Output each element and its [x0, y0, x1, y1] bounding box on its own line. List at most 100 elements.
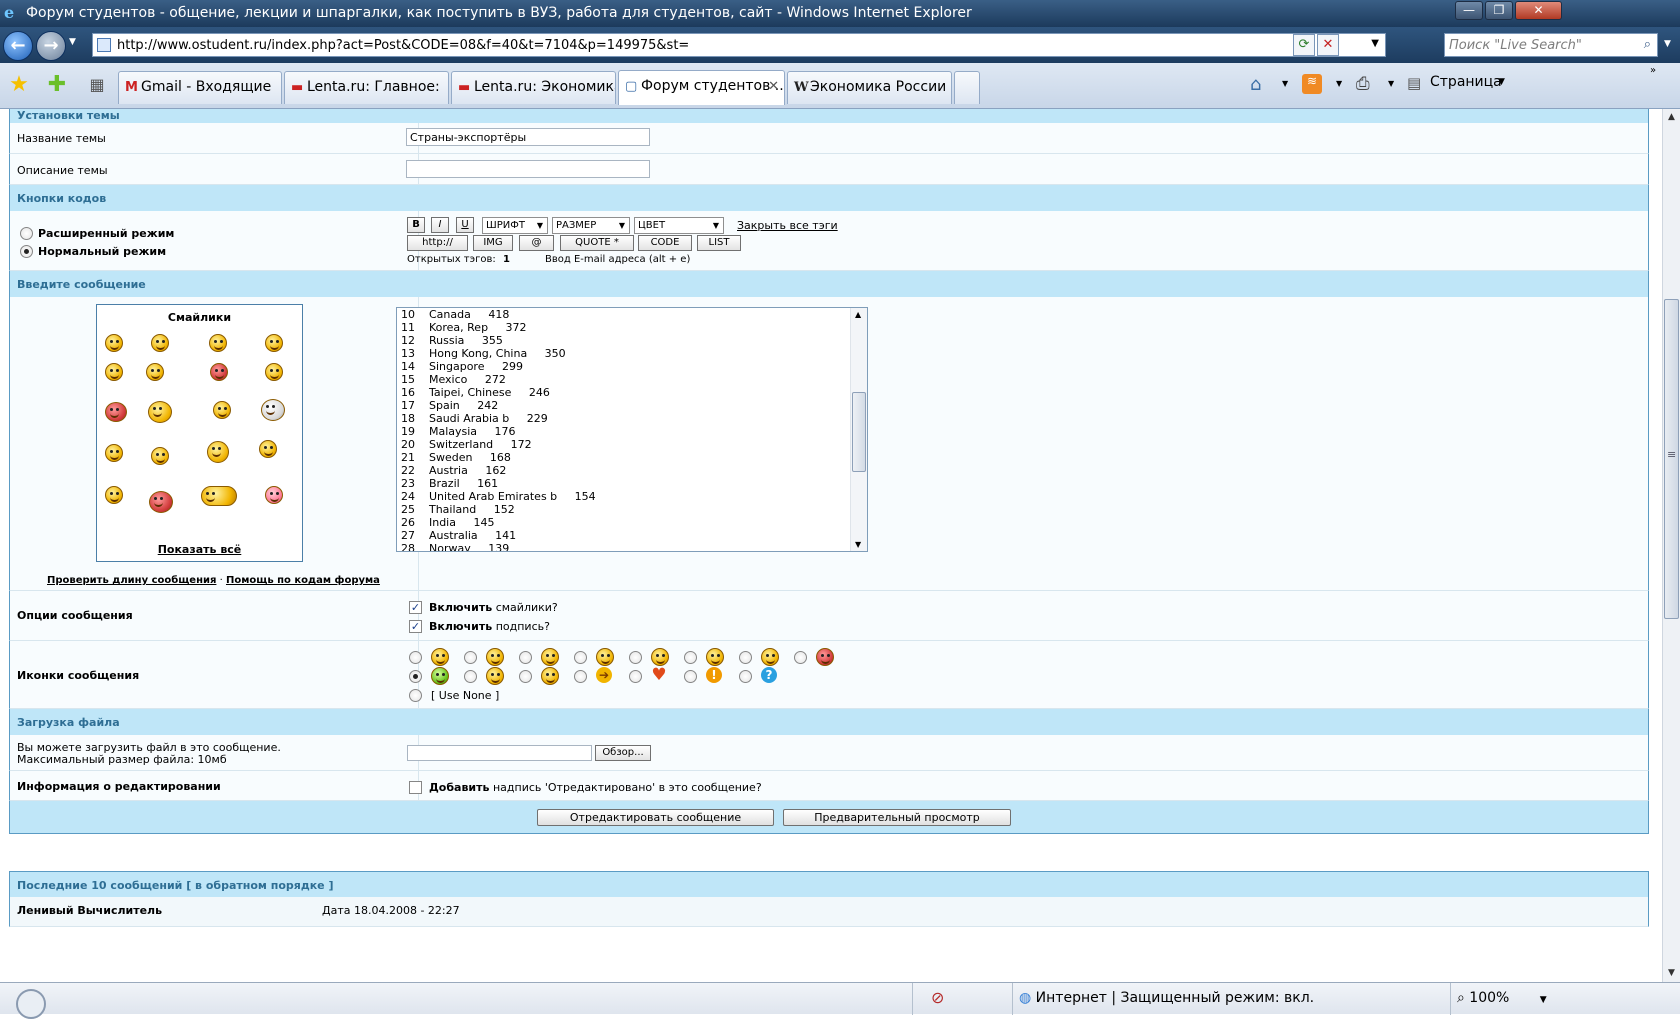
- new-tab-button[interactable]: [954, 71, 980, 104]
- post-icon-radio[interactable]: [739, 651, 752, 664]
- tab-lenta-economy[interactable]: ▬Lenta.ru: Экономика:...: [451, 71, 616, 104]
- smiley-happy-icon[interactable]: [209, 334, 227, 352]
- smiley-wink-icon[interactable]: [105, 363, 123, 381]
- print-icon[interactable]: ⎙: [1356, 74, 1370, 94]
- textarea-scroll-up-icon[interactable]: ▲: [855, 310, 861, 319]
- forum-codes-help-link[interactable]: Помощь по кодам форума: [226, 575, 380, 586]
- post-icon-radio[interactable]: [794, 651, 807, 664]
- post-icon-radio[interactable]: [464, 670, 477, 683]
- submit-edit-button[interactable]: Отредактировать сообщение: [537, 809, 774, 826]
- check-length-link[interactable]: Проверить длину сообщения: [47, 575, 216, 586]
- post-icon-radio[interactable]: [574, 651, 587, 664]
- email-button[interactable]: @: [519, 235, 554, 251]
- normal-mode-label[interactable]: Нормальный режим: [38, 245, 166, 258]
- add-edited-checkbox[interactable]: [409, 781, 422, 794]
- color-select[interactable]: ЦВЕТ: [634, 217, 724, 234]
- textarea-scrollbar[interactable]: ▲ ▼: [850, 308, 867, 551]
- img-button[interactable]: IMG: [473, 235, 513, 251]
- use-none-radio[interactable]: [409, 689, 422, 702]
- home-icon[interactable]: ⌂: [1250, 74, 1261, 95]
- smiley-laugh-icon[interactable]: [151, 334, 169, 352]
- smiley-smile-icon[interactable]: [151, 447, 169, 465]
- close-window-button[interactable]: ✕: [1515, 1, 1562, 20]
- message-textarea[interactable]: 10 Canada 418 11 Korea, Rep 372 12 Russia …: [396, 307, 868, 552]
- extended-mode-label[interactable]: Расширенный режим: [38, 227, 174, 240]
- scroll-down-icon[interactable]: ▼: [1663, 965, 1680, 982]
- smiley-love-icon[interactable]: [265, 486, 283, 504]
- message-line[interactable]: 17 Spain 242: [401, 399, 498, 412]
- smiley-shocked-icon[interactable]: [105, 334, 123, 352]
- smiley-dancing-icon[interactable]: [207, 441, 229, 463]
- zoom-level[interactable]: 100%: [1469, 990, 1509, 1006]
- message-line[interactable]: 11 Korea, Rep 372: [401, 321, 527, 334]
- add-favorites-icon[interactable]: ✚: [44, 72, 70, 98]
- rss-feed-icon[interactable]: ≋: [1302, 74, 1322, 94]
- smiley-sad-icon[interactable]: [265, 334, 283, 352]
- message-line[interactable]: 14 Singapore 299: [401, 360, 523, 373]
- tab-wikipedia[interactable]: WЭкономика России ...: [787, 71, 952, 104]
- search-field[interactable]: Поиск "Live Search" ⌕: [1444, 33, 1658, 57]
- search-placeholder[interactable]: Поиск "Live Search": [1449, 38, 1582, 53]
- message-line[interactable]: 13 Hong Kong, China 350: [401, 347, 566, 360]
- size-select[interactable]: РАЗМЕР: [552, 217, 630, 234]
- use-none-label[interactable]: [ Use None ]: [431, 689, 499, 702]
- search-options-icon[interactable]: ▼: [1664, 39, 1671, 49]
- address-dropdown-icon[interactable]: ▼: [1371, 38, 1379, 49]
- popup-blocked-icon[interactable]: ⊘: [912, 983, 1012, 1015]
- smiley-kiss-icon[interactable]: [201, 486, 237, 506]
- post-icon-radio[interactable]: [684, 651, 697, 664]
- textarea-scroll-down-icon[interactable]: ▼: [855, 540, 861, 549]
- post-icon-radio[interactable]: [574, 670, 587, 683]
- message-line[interactable]: 27 Australia 141: [401, 529, 516, 542]
- post-icon-radio[interactable]: [409, 651, 422, 664]
- topic-title-input[interactable]: Страны-экспортёры: [406, 128, 650, 146]
- bold-button[interactable]: B: [407, 217, 425, 233]
- quick-tabs-icon[interactable]: ▦: [84, 72, 110, 98]
- page-menu-button[interactable]: Страница: [1430, 74, 1502, 90]
- page-scrollbar[interactable]: ▲ ▼: [1662, 109, 1680, 982]
- search-icon[interactable]: ⌕: [1644, 37, 1651, 52]
- enable-smilies-checkbox[interactable]: ✓: [409, 601, 422, 614]
- message-line[interactable]: 28 Norway 139: [401, 542, 509, 551]
- message-line[interactable]: 19 Malaysia 176: [401, 425, 516, 438]
- post-icon-radio[interactable]: [739, 670, 752, 683]
- smiley-bomb-icon[interactable]: [149, 491, 173, 513]
- message-line[interactable]: 23 Brazil 161: [401, 477, 498, 490]
- message-line[interactable]: 24 United Arab Emirates b 154: [401, 490, 596, 503]
- message-line[interactable]: 21 Sweden 168: [401, 451, 511, 464]
- tab-forum[interactable]: ▢ Форум студентов ... ✕: [618, 70, 785, 105]
- post-icon-radio[interactable]: [629, 651, 642, 664]
- page-menu-dropdown-icon[interactable]: ▼: [1498, 77, 1505, 87]
- message-line[interactable]: 16 Taipei, Chinese 246: [401, 386, 550, 399]
- topic-desc-input[interactable]: [406, 160, 650, 178]
- message-line[interactable]: 18 Saudi Arabia b 229: [401, 412, 548, 425]
- minimize-button[interactable]: —: [1455, 1, 1483, 20]
- smiley-crazy-icon[interactable]: [105, 444, 123, 462]
- smiley-cool-icon[interactable]: [259, 440, 277, 458]
- post-icon-radio[interactable]: [629, 670, 642, 683]
- browse-button[interactable]: Обзор...: [595, 745, 651, 761]
- smiley-tongue-icon[interactable]: [265, 363, 283, 381]
- tab-lenta-main[interactable]: ▬ Lenta.ru: Главное:: [284, 71, 449, 104]
- favorites-star-icon[interactable]: ★: [6, 72, 32, 98]
- smiley-blush-icon[interactable]: [105, 486, 123, 504]
- font-select[interactable]: ШРИФТ: [482, 217, 548, 234]
- print-dropdown-icon[interactable]: ▼: [1388, 79, 1394, 88]
- smiley-ghost-icon[interactable]: [261, 399, 285, 421]
- code-button[interactable]: CODE: [638, 235, 692, 251]
- address-field[interactable]: http://www.ostudent.ru/index.php?act=Pos…: [92, 33, 1386, 57]
- close-tab-icon[interactable]: ✕: [768, 71, 779, 102]
- zoom-icon[interactable]: ⌕: [1457, 990, 1465, 1006]
- list-button[interactable]: LIST: [697, 235, 741, 251]
- post-icon-radio[interactable]: [519, 670, 532, 683]
- message-line[interactable]: 12 Russia 355: [401, 334, 503, 347]
- show-all-smilies-link[interactable]: Показать всё: [97, 543, 302, 556]
- post-icon-radio[interactable]: [409, 670, 422, 683]
- smiley-angry-icon[interactable]: [210, 363, 228, 381]
- feed-dropdown-icon[interactable]: ▼: [1336, 79, 1342, 88]
- home-dropdown-icon[interactable]: ▼: [1282, 79, 1288, 88]
- message-line[interactable]: 22 Austria 162: [401, 464, 506, 477]
- zoom-dropdown-icon[interactable]: ▼: [1540, 995, 1547, 1005]
- address-url[interactable]: http://www.ostudent.ru/index.php?act=Pos…: [117, 38, 689, 53]
- smiley-flower-icon[interactable]: [148, 401, 172, 423]
